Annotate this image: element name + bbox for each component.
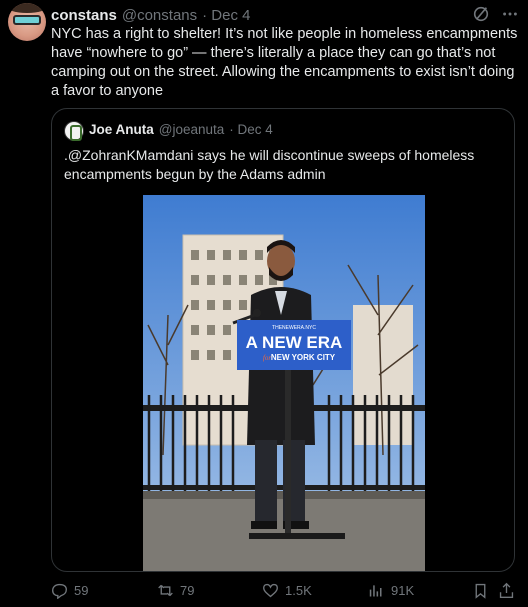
share-icon[interactable] — [498, 582, 515, 599]
views-button[interactable]: 91K — [368, 582, 414, 599]
repost-button[interactable]: 79 — [157, 582, 194, 599]
like-count: 1.5K — [285, 583, 312, 598]
author-handle[interactable]: @constans — [122, 7, 197, 24]
reply-count: 59 — [74, 583, 89, 598]
action-bar: 59 79 1.5K 91K — [0, 580, 528, 604]
quote-photo[interactable]: THENEWERA.NYC A NEW ERA for NEW YORK CIT… — [143, 195, 425, 571]
grok-icon[interactable] — [472, 5, 490, 23]
avatar-hair — [8, 3, 46, 13]
repost-icon — [158, 584, 173, 597]
views-icon — [369, 585, 382, 597]
quote-author-name: Joe Anuta — [89, 122, 154, 137]
author-name[interactable]: constans — [51, 7, 117, 24]
like-button[interactable]: 1.5K — [262, 582, 312, 599]
like-icon — [263, 583, 278, 598]
tweet[interactable]: constans @constans · Dec 4 NYC has a rig… — [0, 0, 528, 607]
avatar-glasses — [13, 15, 41, 25]
sign-main-text: A NEW ERA — [246, 333, 343, 352]
tweet-text: NYC has a right to shelter! It’s not lik… — [51, 26, 518, 99]
quote-header: Joe Anuta @joeanuta · Dec 4 — [89, 122, 273, 137]
reply-icon — [52, 583, 67, 599]
sign-top-text: THENEWERA.NYC — [272, 325, 316, 331]
avatar[interactable] — [8, 3, 46, 41]
quote-avatar[interactable] — [64, 121, 84, 141]
quote-date: · Dec 4 — [229, 122, 273, 137]
sign-city-text: NEW YORK CITY — [271, 353, 336, 362]
more-icon[interactable] — [500, 5, 520, 23]
tweet-date[interactable]: · Dec 4 — [202, 7, 250, 24]
views-count: 91K — [391, 583, 415, 598]
quoted-tweet[interactable]: Joe Anuta @joeanuta · Dec 4 .@ZohranKMam… — [51, 108, 515, 572]
reply-button[interactable]: 59 — [51, 582, 88, 599]
tweet-header: constans @constans · Dec 4 — [51, 6, 250, 24]
repost-count: 79 — [180, 583, 195, 598]
bookmark-icon[interactable] — [472, 582, 489, 599]
quote-text: .@ZohranKMamdani says he will discontinu… — [64, 147, 475, 182]
quote-author-handle: @joeanuta — [158, 122, 225, 137]
